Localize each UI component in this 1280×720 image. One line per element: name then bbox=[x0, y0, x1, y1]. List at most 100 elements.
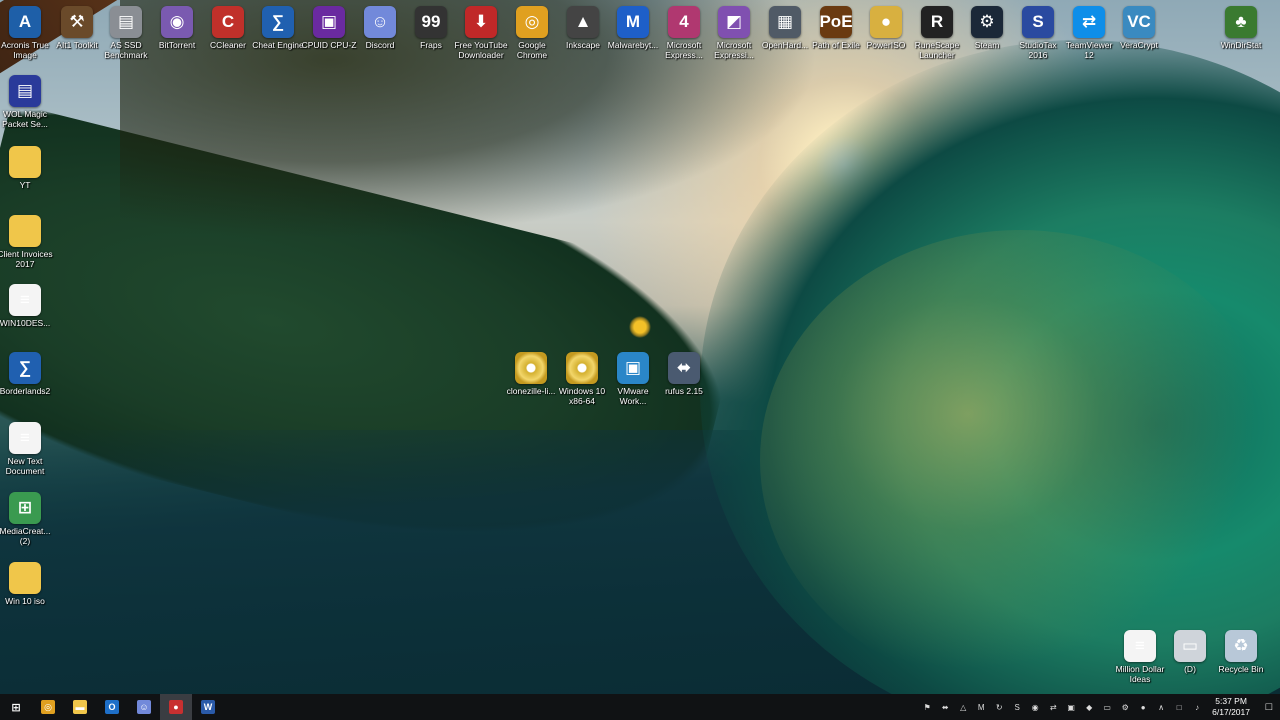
action-center-button[interactable]: □ bbox=[1258, 694, 1280, 720]
taskbar-app-discord[interactable]: ☺ bbox=[128, 694, 160, 720]
taskbar-clock[interactable]: 5:37 PM 6/17/2017 bbox=[1212, 696, 1250, 718]
desktop-shortcut-label: rufus 2.15 bbox=[665, 386, 703, 396]
wol-magic-packet-icon: ▤ bbox=[9, 75, 41, 107]
youtube-downloader-icon: ⬇ bbox=[465, 6, 497, 38]
veracrypt-icon: VC bbox=[1123, 6, 1155, 38]
desktop-shortcut[interactable]: ∑ Borderlands2 bbox=[0, 352, 54, 396]
openhardware-icon: ▦ bbox=[769, 6, 801, 38]
system-tray: ⚑ ⬌ △ M ↻ S ◉ ⇄ ▣ ◆ ▭ ⚙ ● ∧ □ ♪ 5:37 PM 6/17/2017 □ bbox=[918, 694, 1280, 720]
desktop-shortcut-label: Windows 10 x86-64 bbox=[558, 386, 606, 406]
desktop-shortcut[interactable]: ● PowerISO bbox=[857, 6, 915, 50]
malwarebytes-tray-icon[interactable]: M bbox=[975, 701, 987, 713]
desktop-shortcut[interactable]: ≡ WIN10DES... bbox=[0, 284, 54, 328]
desktop-shortcut-label: OpenHard... bbox=[761, 40, 809, 50]
flag-icon[interactable]: ⚑ bbox=[921, 701, 933, 713]
taskbar-app-file-explorer[interactable]: ▬ bbox=[64, 694, 96, 720]
desktop-shortcut[interactable]: ⊞ MediaCreat... (2) bbox=[0, 492, 54, 546]
desktop-shortcut[interactable]: ♣ WinDirStat bbox=[1212, 6, 1270, 50]
desktop-shortcut-label: Inkscape bbox=[565, 40, 601, 50]
shield-icon[interactable]: ◆ bbox=[1083, 701, 1095, 713]
desktop-shortcut-label: Borderlands2 bbox=[0, 386, 51, 396]
text-document-icon: ≡ bbox=[9, 284, 41, 316]
steam-icon: ⚙ bbox=[971, 6, 1003, 38]
steam-tray-icon[interactable]: ● bbox=[1137, 701, 1149, 713]
desktop-shortcut[interactable]: ≡ New Text Document bbox=[0, 422, 54, 476]
chevron-up-icon[interactable]: ∧ bbox=[1155, 701, 1167, 713]
cpuz-icon: ▣ bbox=[313, 6, 345, 38]
clock-date: 6/17/2017 bbox=[1212, 707, 1250, 717]
drive-icon: ▭ bbox=[1174, 630, 1206, 662]
discord-icon: ☺ bbox=[364, 6, 396, 38]
battery-icon[interactable]: ▭ bbox=[1101, 701, 1113, 713]
desktop-shortcut[interactable]: ▦ OpenHard... bbox=[756, 6, 814, 50]
start-button[interactable]: ⊞ bbox=[0, 694, 32, 720]
desktop-shortcut[interactable]: VC VeraCrypt bbox=[1110, 6, 1168, 50]
desktop-shortcut-label: New Text Document bbox=[5, 456, 45, 476]
desktop-shortcut-label: CPUID CPU-Z bbox=[301, 40, 357, 50]
arrow-icon[interactable]: △ bbox=[957, 701, 969, 713]
desktop-shortcut[interactable]: ▣ CPUID CPU-Z bbox=[300, 6, 358, 50]
discord-icon: ☺ bbox=[137, 700, 151, 714]
desktop-shortcut[interactable]: Windows 10 x86-64 bbox=[553, 352, 611, 406]
desktop-shortcut-label: Google Chrome bbox=[516, 40, 548, 60]
desktop-shortcut-label: Fraps bbox=[420, 40, 442, 50]
desktop-shortcut[interactable]: Client Invoices 2017 bbox=[0, 215, 54, 269]
poweriso-icon: ● bbox=[870, 6, 902, 38]
disc-image-icon bbox=[566, 352, 598, 384]
recorder-icon: ● bbox=[169, 700, 183, 714]
desktop-shortcut[interactable]: ∑ Cheat Engine bbox=[249, 6, 307, 50]
desktop-shortcut[interactable]: M Malwarebyt... bbox=[604, 6, 662, 50]
sync-icon[interactable]: ↻ bbox=[993, 701, 1005, 713]
taskbar-app-outlook[interactable]: O bbox=[96, 694, 128, 720]
desktop-shortcut[interactable]: ⚙ Steam bbox=[958, 6, 1016, 50]
text-document-icon: ≡ bbox=[9, 422, 41, 454]
ms-expression-design-icon: ◩ bbox=[718, 6, 750, 38]
desktop-shortcut[interactable]: clonezille-li... bbox=[502, 352, 560, 396]
fraps-icon: 99 bbox=[415, 6, 447, 38]
network-icon[interactable]: □ bbox=[1173, 701, 1185, 713]
folder-icon: ▬ bbox=[73, 700, 87, 714]
gamepad-icon[interactable]: ◉ bbox=[1029, 701, 1041, 713]
desktop-shortcut[interactable]: ⬌ rufus 2.15 bbox=[655, 352, 713, 396]
desktop-shortcut[interactable]: ▭ (D) bbox=[1161, 630, 1219, 674]
usb-icon[interactable]: ⬌ bbox=[939, 701, 951, 713]
aio-toolkit-icon: ⚒ bbox=[61, 6, 93, 38]
desktop-shortcut[interactable]: ♻ Recycle Bin bbox=[1212, 630, 1270, 674]
desktop-shortcut-label: Win 10 iso bbox=[5, 596, 45, 606]
monitor-icon[interactable]: ▣ bbox=[1065, 701, 1077, 713]
ccleaner-icon: C bbox=[212, 6, 244, 38]
desktop-shortcut[interactable]: A Acronis True Image bbox=[0, 6, 54, 60]
desktop-shortcut-label: Free YouTube Downloader bbox=[454, 40, 508, 60]
skype-icon[interactable]: S bbox=[1011, 701, 1023, 713]
desktop-shortcut[interactable]: Win 10 iso bbox=[0, 562, 54, 606]
desktop-shortcut[interactable]: YT bbox=[0, 146, 54, 190]
desktop-shortcut-label: AS SSD Benchmark bbox=[104, 40, 148, 60]
desktop-shortcut[interactable]: ▣ VMware Work... bbox=[604, 352, 662, 406]
malwarebytes-icon: M bbox=[617, 6, 649, 38]
teamviewer-tray-icon[interactable]: ⇄ bbox=[1047, 701, 1059, 713]
desktop-shortcut-label: WinDirStat bbox=[1220, 40, 1262, 50]
windows-logo-icon: ⊞ bbox=[11, 701, 21, 714]
taskbar-app-chrome[interactable]: ◎ bbox=[32, 694, 64, 720]
rufus-usb-icon: ⬌ bbox=[668, 352, 700, 384]
taskbar-app-recorder[interactable]: ● bbox=[160, 694, 192, 720]
desktop-shortcut[interactable]: ⬇ Free YouTube Downloader bbox=[452, 6, 510, 60]
volume-icon[interactable]: ♪ bbox=[1191, 701, 1203, 713]
desktop-shortcut[interactable]: ◎ Google Chrome bbox=[503, 6, 561, 60]
desktop-shortcut-label: WIN10DES... bbox=[0, 318, 51, 328]
desktop-shortcut[interactable]: ▤ WOL Magic Packet Se... bbox=[0, 75, 54, 129]
desktop-shortcut-label: Steam bbox=[974, 40, 1000, 50]
path-of-exile-icon: PoE bbox=[819, 6, 853, 38]
folder-icon bbox=[9, 215, 41, 247]
word-icon: W bbox=[201, 700, 215, 714]
desktop-shortcut[interactable]: ◩ Microsoft Expressi... bbox=[705, 6, 763, 60]
chrome-icon: ◎ bbox=[41, 700, 55, 714]
desktop-shortcut[interactable]: S StudioTax 2016 bbox=[1009, 6, 1067, 60]
gear-icon[interactable]: ⚙ bbox=[1119, 701, 1131, 713]
desktop-shortcut[interactable]: ◉ BitTorrent bbox=[148, 6, 206, 50]
desktop-shortcut[interactable]: ☺ Discord bbox=[351, 6, 409, 50]
taskbar-app-word[interactable]: W bbox=[192, 694, 224, 720]
media-creation-tool-icon: ⊞ bbox=[9, 492, 41, 524]
teamviewer-icon: ⇄ bbox=[1073, 6, 1105, 38]
desktop-shortcut[interactable]: ▤ AS SSD Benchmark bbox=[97, 6, 155, 60]
